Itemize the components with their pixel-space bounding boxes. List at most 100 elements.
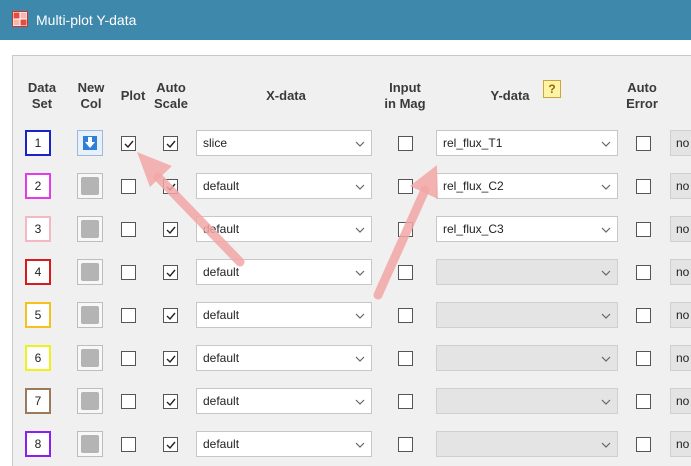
input-in-mag-checkbox[interactable]	[398, 308, 413, 323]
auto-scale-checkbox[interactable]	[163, 394, 178, 409]
new-col-button[interactable]	[77, 302, 103, 328]
input-in-mag-checkbox[interactable]	[398, 265, 413, 280]
y-data-select[interactable]: rel_flux_T1	[436, 130, 618, 156]
auto-scale-checkbox[interactable]	[163, 136, 178, 151]
new-col-disabled-icon	[81, 392, 99, 410]
input-in-mag-checkbox[interactable]	[398, 222, 413, 237]
auto-error-checkbox[interactable]	[636, 265, 651, 280]
error-source-field[interactable]: no	[670, 173, 691, 199]
data-set-button[interactable]: 3	[25, 216, 51, 242]
data-set-button[interactable]: 8	[25, 431, 51, 457]
auto-error-checkbox[interactable]	[636, 179, 651, 194]
table-row: 8 default no	[0, 427, 691, 466]
new-col-disabled-icon	[81, 435, 99, 453]
x-data-select[interactable]: slice	[196, 130, 372, 156]
header-y-data: Y-data	[490, 88, 530, 103]
input-in-mag-checkbox[interactable]	[398, 136, 413, 151]
table-row: 6 default no	[0, 341, 691, 384]
auto-scale-checkbox[interactable]	[163, 437, 178, 452]
input-in-mag-checkbox[interactable]	[398, 351, 413, 366]
table-row: 3 default rel_flux_C3 no	[0, 212, 691, 255]
auto-error-checkbox[interactable]	[636, 308, 651, 323]
plot-checkbox[interactable]	[121, 394, 136, 409]
x-data-select[interactable]: default	[196, 173, 372, 199]
plot-checkbox[interactable]	[121, 179, 136, 194]
x-data-select[interactable]: default	[196, 388, 372, 414]
y-data-select[interactable]	[436, 431, 618, 457]
y-data-select[interactable]	[436, 259, 618, 285]
header-auto-error: Auto Error	[626, 80, 658, 111]
input-in-mag-checkbox[interactable]	[398, 179, 413, 194]
error-source-field[interactable]: no	[670, 388, 691, 414]
x-data-select[interactable]: default	[196, 431, 372, 457]
auto-scale-checkbox[interactable]	[163, 308, 178, 323]
data-set-button[interactable]: 4	[25, 259, 51, 285]
error-source-field[interactable]: no	[670, 431, 691, 457]
data-set-button[interactable]: 5	[25, 302, 51, 328]
y-data-select[interactable]	[436, 345, 618, 371]
data-set-button[interactable]: 1	[25, 130, 51, 156]
x-data-select[interactable]: default	[196, 302, 372, 328]
y-data-select[interactable]: rel_flux_C2	[436, 173, 618, 199]
error-source-field[interactable]: no	[670, 302, 691, 328]
header-auto-scale: Auto Scale	[154, 80, 188, 111]
x-data-value: default	[203, 308, 240, 322]
input-in-mag-checkbox[interactable]	[398, 394, 413, 409]
new-col-button[interactable]	[77, 388, 103, 414]
new-col-disabled-icon	[81, 263, 99, 281]
x-data-value: default	[203, 222, 240, 236]
error-source-field[interactable]: no	[670, 259, 691, 285]
plot-checkbox[interactable]	[121, 437, 136, 452]
y-data-value: rel_flux_C2	[443, 179, 504, 193]
auto-scale-checkbox[interactable]	[163, 265, 178, 280]
error-source-field[interactable]: no	[670, 130, 691, 156]
plot-checkbox[interactable]	[121, 308, 136, 323]
new-col-button[interactable]	[77, 259, 103, 285]
new-col-button[interactable]	[77, 345, 103, 371]
new-col-button[interactable]	[77, 173, 103, 199]
multi-plot-app-icon	[12, 11, 28, 27]
y-data-select[interactable]: rel_flux_C3	[436, 216, 618, 242]
x-data-value: default	[203, 437, 240, 451]
plot-checkbox[interactable]	[121, 136, 136, 151]
header-input-in-mag: Input in Mag	[384, 80, 426, 111]
auto-scale-checkbox[interactable]	[163, 222, 178, 237]
input-in-mag-checkbox[interactable]	[398, 437, 413, 452]
data-set-button[interactable]: 6	[25, 345, 51, 371]
x-data-select[interactable]: default	[196, 345, 372, 371]
table-row: 5 default no	[0, 298, 691, 341]
help-icon[interactable]: ?	[543, 80, 561, 98]
x-data-select[interactable]: default	[196, 259, 372, 285]
data-set-button[interactable]: 7	[25, 388, 51, 414]
new-col-disabled-icon	[81, 220, 99, 238]
plot-checkbox[interactable]	[121, 222, 136, 237]
error-source-field[interactable]: no	[670, 216, 691, 242]
auto-error-checkbox[interactable]	[636, 394, 651, 409]
auto-scale-checkbox[interactable]	[163, 179, 178, 194]
x-data-select[interactable]: default	[196, 216, 372, 242]
plot-checkbox[interactable]	[121, 265, 136, 280]
table-row: 7 default no	[0, 384, 691, 427]
x-data-value: default	[203, 351, 240, 365]
header-plot: Plot	[120, 88, 146, 103]
table-row: 2 default rel_flux_C2 no	[0, 169, 691, 212]
auto-error-checkbox[interactable]	[636, 136, 651, 151]
new-col-button[interactable]	[77, 431, 103, 457]
auto-error-checkbox[interactable]	[636, 437, 651, 452]
header-new-col: New Col	[77, 80, 105, 111]
auto-scale-checkbox[interactable]	[163, 351, 178, 366]
new-col-disabled-icon	[81, 306, 99, 324]
y-data-select[interactable]	[436, 302, 618, 328]
new-col-button[interactable]	[77, 216, 103, 242]
table-row: 4 default no	[0, 255, 691, 298]
new-col-button[interactable]	[77, 130, 103, 156]
y-data-select[interactable]	[436, 388, 618, 414]
window-titlebar: Multi-plot Y-data	[0, 0, 691, 40]
data-set-button[interactable]: 2	[25, 173, 51, 199]
auto-error-checkbox[interactable]	[636, 351, 651, 366]
window-title: Multi-plot Y-data	[36, 12, 137, 28]
plot-checkbox[interactable]	[121, 351, 136, 366]
auto-error-checkbox[interactable]	[636, 222, 651, 237]
y-data-value: rel_flux_T1	[443, 136, 503, 150]
error-source-field[interactable]: no	[670, 345, 691, 371]
